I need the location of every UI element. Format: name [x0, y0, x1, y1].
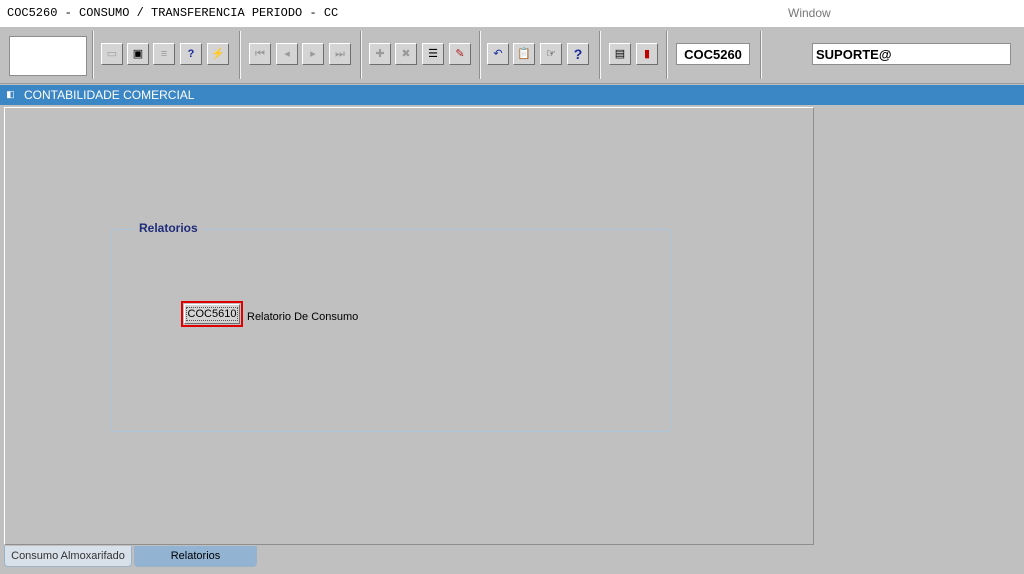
first-record-icon: ⏮ [255, 47, 265, 60]
save-icon: ▭ [106, 47, 118, 60]
first-record-button[interactable]: ⏮ [249, 43, 271, 65]
tab-strip: Consumo Almoxarifado Relatorios [0, 546, 1024, 574]
tab-consumo-almoxarifado[interactable]: Consumo Almoxarifado [4, 546, 132, 567]
toolbar-separator [92, 31, 94, 79]
insert-record-icon: ✚ [375, 47, 385, 60]
menu-button[interactable]: ▤ [609, 43, 631, 65]
window-titlebar: COC5260 - CONSUMO / TRANSFERENCIA PERIOD… [0, 0, 1024, 26]
delete-record-button[interactable]: ✖ [395, 43, 417, 65]
user-field: SUPORTE@ [812, 43, 1011, 65]
help-button[interactable]: ? [567, 43, 589, 65]
form-code-field: COC5260 [676, 43, 750, 65]
list-values-icon: ☰ [428, 47, 438, 60]
clipboard-icon: 📋 [517, 47, 531, 60]
relatorios-frame [111, 229, 671, 432]
undo-button[interactable]: ↶ [487, 43, 509, 65]
execute-query-button[interactable]: ⚡ [207, 43, 229, 65]
menu-icon: ▤ [614, 47, 626, 60]
pointer-icon: ☞ [546, 47, 556, 60]
toolbar-blank-area [9, 36, 87, 76]
toolbar-separator [479, 31, 481, 79]
window-title: COC5260 - CONSUMO / TRANSFERENCIA PERIOD… [7, 6, 339, 20]
next-record-button[interactable]: ▸ [302, 43, 324, 65]
query-help-icon: ? [187, 47, 195, 60]
pointer-button[interactable]: ☞ [540, 43, 562, 65]
list-values-button[interactable]: ☰ [422, 43, 444, 65]
coc5610-button-label: COC5610 [185, 307, 239, 321]
module-icon: ◧ [6, 89, 15, 99]
save-button[interactable]: ▭ [101, 43, 123, 65]
next-record-icon: ▸ [310, 47, 316, 60]
toolbar-separator [760, 31, 762, 79]
edit-button[interactable]: ✎ [449, 43, 471, 65]
tab-relatorios[interactable]: Relatorios [134, 546, 257, 567]
toolbar-separator [360, 31, 362, 79]
delete-record-icon: ✖ [401, 47, 411, 60]
edit-pencil-icon: ✎ [455, 47, 465, 60]
toolbar: ▭ ▣ ≡ ? ⚡ ⏮ ◂ ▸ ⏭ ✚ ✖ ☰ ✎ ↶ 📋 ☞ ? ▤ ▮ CO… [0, 26, 1024, 84]
insert-record-button[interactable]: ✚ [369, 43, 391, 65]
menu-window[interactable]: Window [788, 6, 831, 20]
print-icon: ≡ [160, 47, 168, 60]
exit-button[interactable]: ▮ [636, 43, 658, 65]
help-icon: ? [573, 46, 583, 62]
toolbar-separator [239, 31, 241, 79]
previous-record-icon: ◂ [284, 47, 290, 60]
previous-record-button[interactable]: ◂ [276, 43, 298, 65]
execute-query-icon: ⚡ [211, 47, 225, 60]
undo-icon: ↶ [493, 47, 503, 60]
window-icon: ▣ [132, 47, 144, 60]
module-title: CONTABILIDADE COMERCIAL [24, 88, 195, 102]
relatorios-frame-title: Relatorios [134, 221, 203, 235]
print-button[interactable]: ≡ [153, 43, 175, 65]
last-record-button[interactable]: ⏭ [329, 43, 351, 65]
toolbar-separator [666, 31, 668, 79]
module-header: ◧ CONTABILIDADE COMERCIAL [0, 85, 1024, 105]
enter-query-button[interactable]: ? [180, 43, 202, 65]
coc5610-button[interactable]: COC5610 [184, 304, 240, 324]
coc5610-description: Relatorio De Consumo [247, 311, 359, 323]
toolbar-separator [599, 31, 601, 79]
print-setup-button[interactable]: ▣ [127, 43, 149, 65]
last-record-icon: ⏭ [335, 47, 345, 60]
exit-door-icon: ▮ [643, 47, 651, 60]
clipboard-button[interactable]: 📋 [513, 43, 535, 65]
